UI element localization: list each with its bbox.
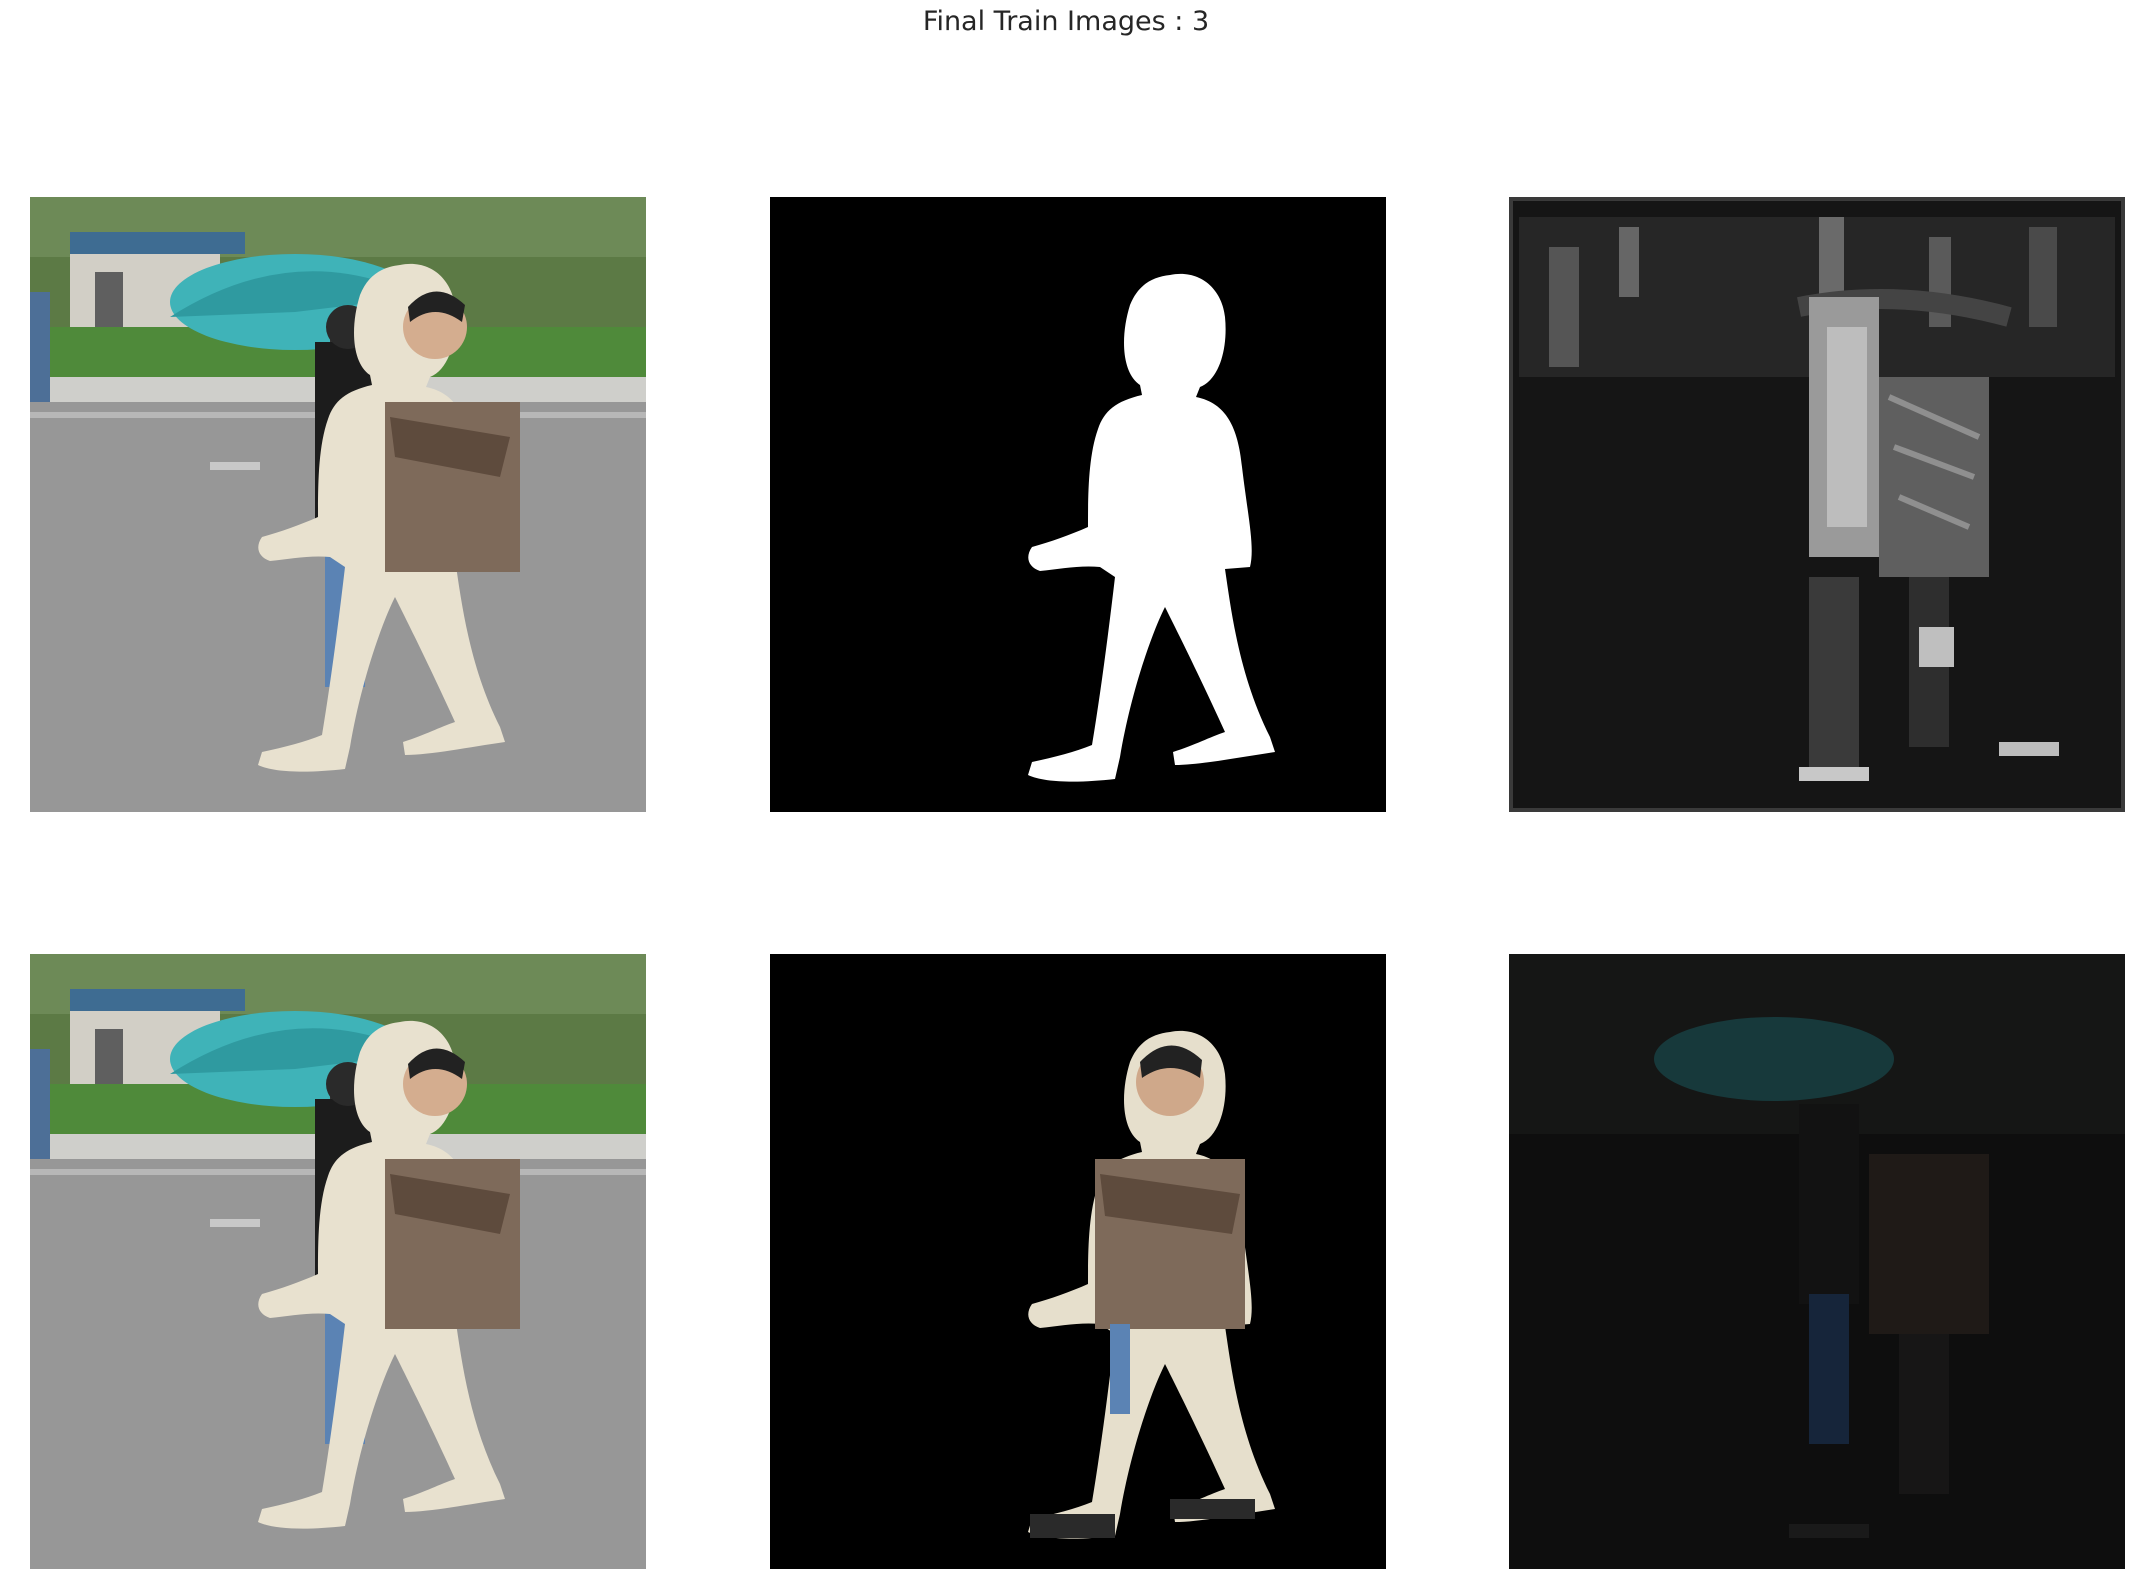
figure-title: Final Train Images : 3 — [922, 6, 1210, 37]
panel-original-photo-top — [30, 197, 646, 812]
panel-activation-map — [1509, 197, 2125, 812]
activation-map-image — [1509, 197, 2125, 812]
panel-original-photo-bottom — [30, 954, 646, 1569]
original-photo-bottom — [30, 954, 646, 1569]
masked-photo-image — [770, 954, 1386, 1569]
dark-reconstruction-image — [1509, 954, 2125, 1569]
binary-mask-image — [770, 197, 1386, 812]
panel-binary-mask — [770, 197, 1386, 812]
panel-dark-reconstruction — [1509, 954, 2125, 1569]
panel-masked-photo — [770, 954, 1386, 1569]
original-photo-top — [30, 197, 646, 812]
